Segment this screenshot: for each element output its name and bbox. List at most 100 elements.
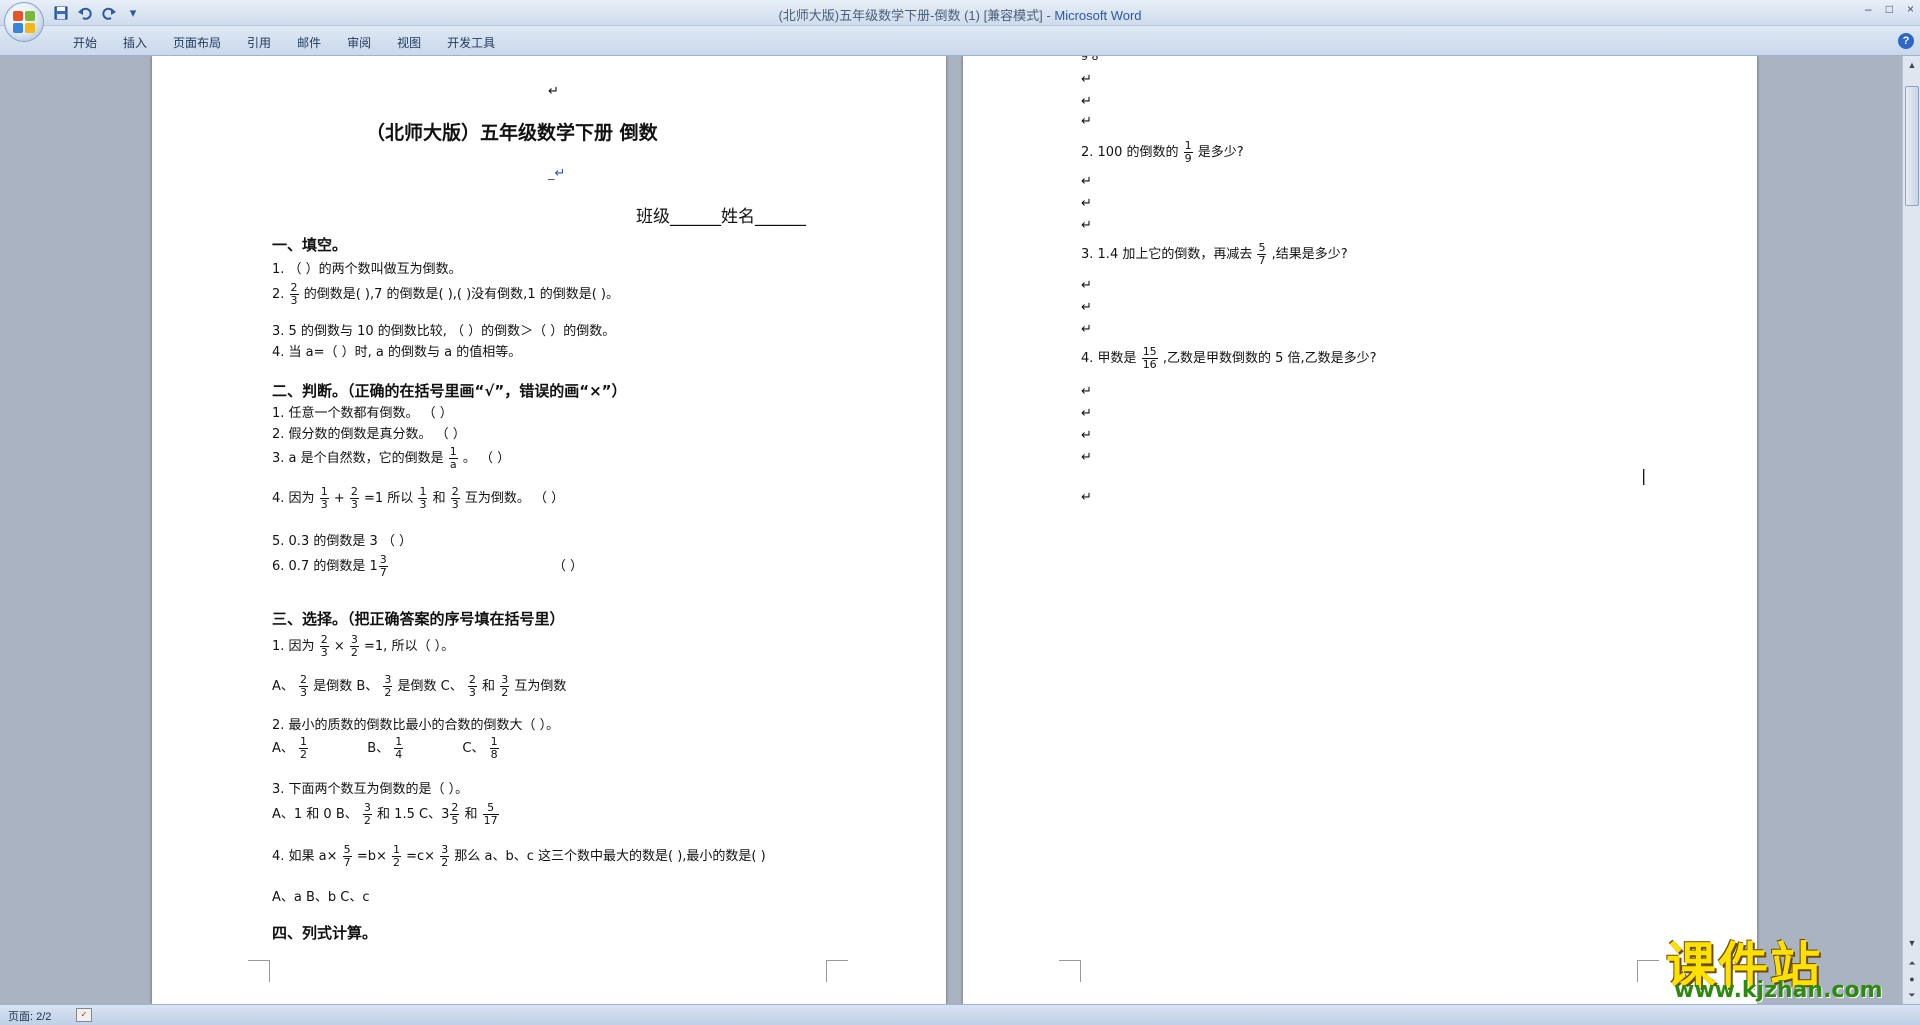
fraction: 23	[299, 673, 309, 699]
tab-view[interactable]: 视图	[384, 32, 434, 53]
q-text: =c×	[406, 849, 436, 864]
close-button[interactable]: ×	[1907, 2, 1914, 16]
paragraph-mark: ↵	[1081, 218, 1092, 233]
paragraph-mark: ↵	[1081, 428, 1092, 443]
q-number: 2.	[272, 287, 285, 302]
fraction: 19	[1183, 139, 1193, 165]
question-line: 2. 假分数的倒数是真分数。 （ ）	[272, 427, 466, 442]
q-text: +	[333, 491, 345, 506]
maximize-button[interactable]: □	[1886, 2, 1893, 16]
window-title: (北师大版)五年级数学下册-倒数 (1) [兼容模式] - Microsoft …	[0, 5, 1920, 24]
fraction: 37	[378, 553, 388, 579]
question-line: 6. 0.7 的倒数是 137 （ ）	[272, 554, 583, 579]
options-line: A、 12 B、 14 C、 18	[272, 736, 500, 761]
q-text: 。 （ ）	[462, 451, 511, 466]
q-text: =1, 所以（ ）。	[364, 639, 455, 654]
q-text: A、1 和 0 B、	[272, 807, 358, 822]
fraction: 57	[342, 843, 352, 869]
q-text: B、	[367, 741, 390, 756]
fraction: 32	[349, 633, 359, 659]
q-text: 6. 0.7 的倒数是 1	[272, 559, 378, 574]
page-count-status[interactable]: 页面: 2/2	[8, 1008, 51, 1024]
paragraph-mark: ↵	[1081, 174, 1092, 189]
app-name: Microsoft Word	[1054, 8, 1142, 23]
question-line: 3. 5 的倒数与 10 的倒数比较, （ ）的倒数＞（ ）的倒数。	[272, 324, 616, 339]
q-text: A、	[272, 741, 294, 756]
q-text: 互为倒数。 （ ）	[464, 491, 565, 506]
scrollbar-thumb[interactable]	[1905, 86, 1919, 206]
page-1[interactable]: ↵ （北师大版）五年级数学下册 倒数 _↵ 班级______姓名______ 一…	[152, 56, 946, 1004]
q-text: 的倒数是( ),7 的倒数是( ),( )没有倒数,1 的倒数是( )。	[303, 287, 619, 302]
tab-references[interactable]: 引用	[234, 32, 284, 53]
section-heading-calc: 四、列式计算。	[272, 924, 378, 942]
minimize-button[interactable]: –	[1865, 2, 1872, 16]
fraction: 32	[500, 673, 510, 699]
crop-mark	[248, 960, 270, 982]
tab-developer[interactable]: 开发工具	[434, 32, 508, 53]
paragraph-mark: ↵	[1081, 196, 1092, 211]
watermark-logo: 课件站 www.kjzhan.com	[1666, 926, 1916, 1006]
vertical-scrollbar[interactable]: ▲ ▼ ⏶ ● ⏷	[1902, 56, 1920, 1004]
section-heading-fill: 一、填空。	[272, 236, 348, 254]
fraction: 18	[489, 735, 499, 761]
tab-home[interactable]: 开始	[60, 32, 110, 53]
question-line: 4. 甲数是 15 16 ,乙数是甲数倒数的 5 倍,乙数是多少?	[1081, 346, 1377, 371]
paragraph-mark: ↵	[1081, 72, 1092, 87]
tab-page-layout[interactable]: 页面布局	[160, 32, 234, 53]
question-line: 4. 如果 a× 57 =b× 12 =c× 32 那么 a、b、c 这三个数中…	[272, 844, 766, 869]
fraction: 32	[383, 673, 393, 699]
document-heading: （北师大版）五年级数学下册 倒数	[366, 122, 658, 144]
section-heading-judge: 二、判断。（正确的在括号里画“√”，错误的画“×”）	[272, 382, 627, 400]
q-text: 3. 1.4 加上它的倒数，再减去	[1081, 247, 1253, 262]
q-text: C、	[462, 741, 485, 756]
office-logo-icon	[13, 11, 35, 33]
fraction: 13	[418, 485, 428, 511]
fraction: 57	[1257, 241, 1267, 267]
question-line: 1. 因为 23 × 32 =1, 所以（ ）。	[272, 634, 454, 659]
title-bar: ▾ (北师大版)五年级数学下册-倒数 (1) [兼容模式] - Microsof…	[0, 0, 1920, 26]
watermark-url: www.kjzhan.com	[1674, 978, 1883, 1003]
paragraph-mark: _↵	[548, 166, 566, 181]
help-button[interactable]: ?	[1898, 33, 1914, 49]
paragraph-mark: ↵	[1081, 450, 1092, 465]
q-text: 3. a 是个自然数，它的倒数是	[272, 451, 444, 466]
question-line: 4. 当 a=（ ）时, a 的倒数与 a 的值相等。	[272, 345, 522, 360]
q-text: 互为倒数	[514, 679, 567, 694]
document-workspace[interactable]: ↵ （北师大版）五年级数学下册 倒数 _↵ 班级______姓名______ 一…	[0, 56, 1902, 1004]
office-button[interactable]	[4, 2, 44, 42]
status-bar: 页面: 2/2 ✓	[0, 1004, 1920, 1025]
title-separator: -	[1042, 8, 1055, 23]
question-line: 1. （ ）的两个数叫做互为倒数。	[272, 262, 462, 277]
q-text: 和	[464, 807, 478, 822]
q-text: =1 所以	[364, 491, 414, 506]
q-text: （ ）	[552, 559, 584, 574]
fraction: 1a	[448, 445, 458, 471]
fraction: 32	[440, 843, 450, 869]
question-line: 2. 100 的倒数的 19 是多少?	[1081, 140, 1244, 165]
fraction: 12	[299, 735, 309, 761]
paragraph-mark: ↵	[1081, 94, 1092, 109]
fraction: 23	[349, 485, 359, 511]
fraction: 15 16	[1141, 345, 1158, 371]
section-heading-choice: 三、选择。（把正确答案的序号填在括号里）	[272, 610, 565, 628]
fraction: 23	[319, 633, 329, 659]
window-controls: – □ ×	[1865, 2, 1914, 16]
paragraph-mark: ↵	[1081, 114, 1092, 129]
tab-insert[interactable]: 插入	[110, 32, 160, 53]
q-text: 是多少?	[1197, 145, 1244, 160]
fraction: 32	[362, 801, 372, 827]
q-text: 4. 因为	[272, 491, 315, 506]
tab-mailings[interactable]: 邮件	[284, 32, 334, 53]
question-line: 4. 因为 13 + 23 =1 所以 13 和 23 互为倒数。 （ ）	[272, 486, 564, 511]
crop-mark	[1637, 960, 1659, 982]
page-2[interactable]: 9 8 ↵ ↵ ↵ 2. 100 的倒数的 19 是多少? ↵ ↵ ↵ 3. 1…	[963, 56, 1757, 1004]
q-text: =b×	[356, 849, 387, 864]
scroll-up-icon[interactable]: ▲	[1905, 58, 1919, 72]
q-text: 和	[432, 491, 446, 506]
options-line: A、1 和 0 B、 32 和 1.5 C、3 2 5 和 5 17	[272, 802, 500, 827]
q-text: ,乙数是甲数倒数的 5 倍,乙数是多少?	[1162, 351, 1377, 366]
question-line: 1. 任意一个数都有倒数。 （ ）	[272, 406, 453, 421]
tab-review[interactable]: 审阅	[334, 32, 384, 53]
fraction: 23	[289, 281, 299, 307]
proofing-icon[interactable]: ✓	[76, 1008, 92, 1022]
